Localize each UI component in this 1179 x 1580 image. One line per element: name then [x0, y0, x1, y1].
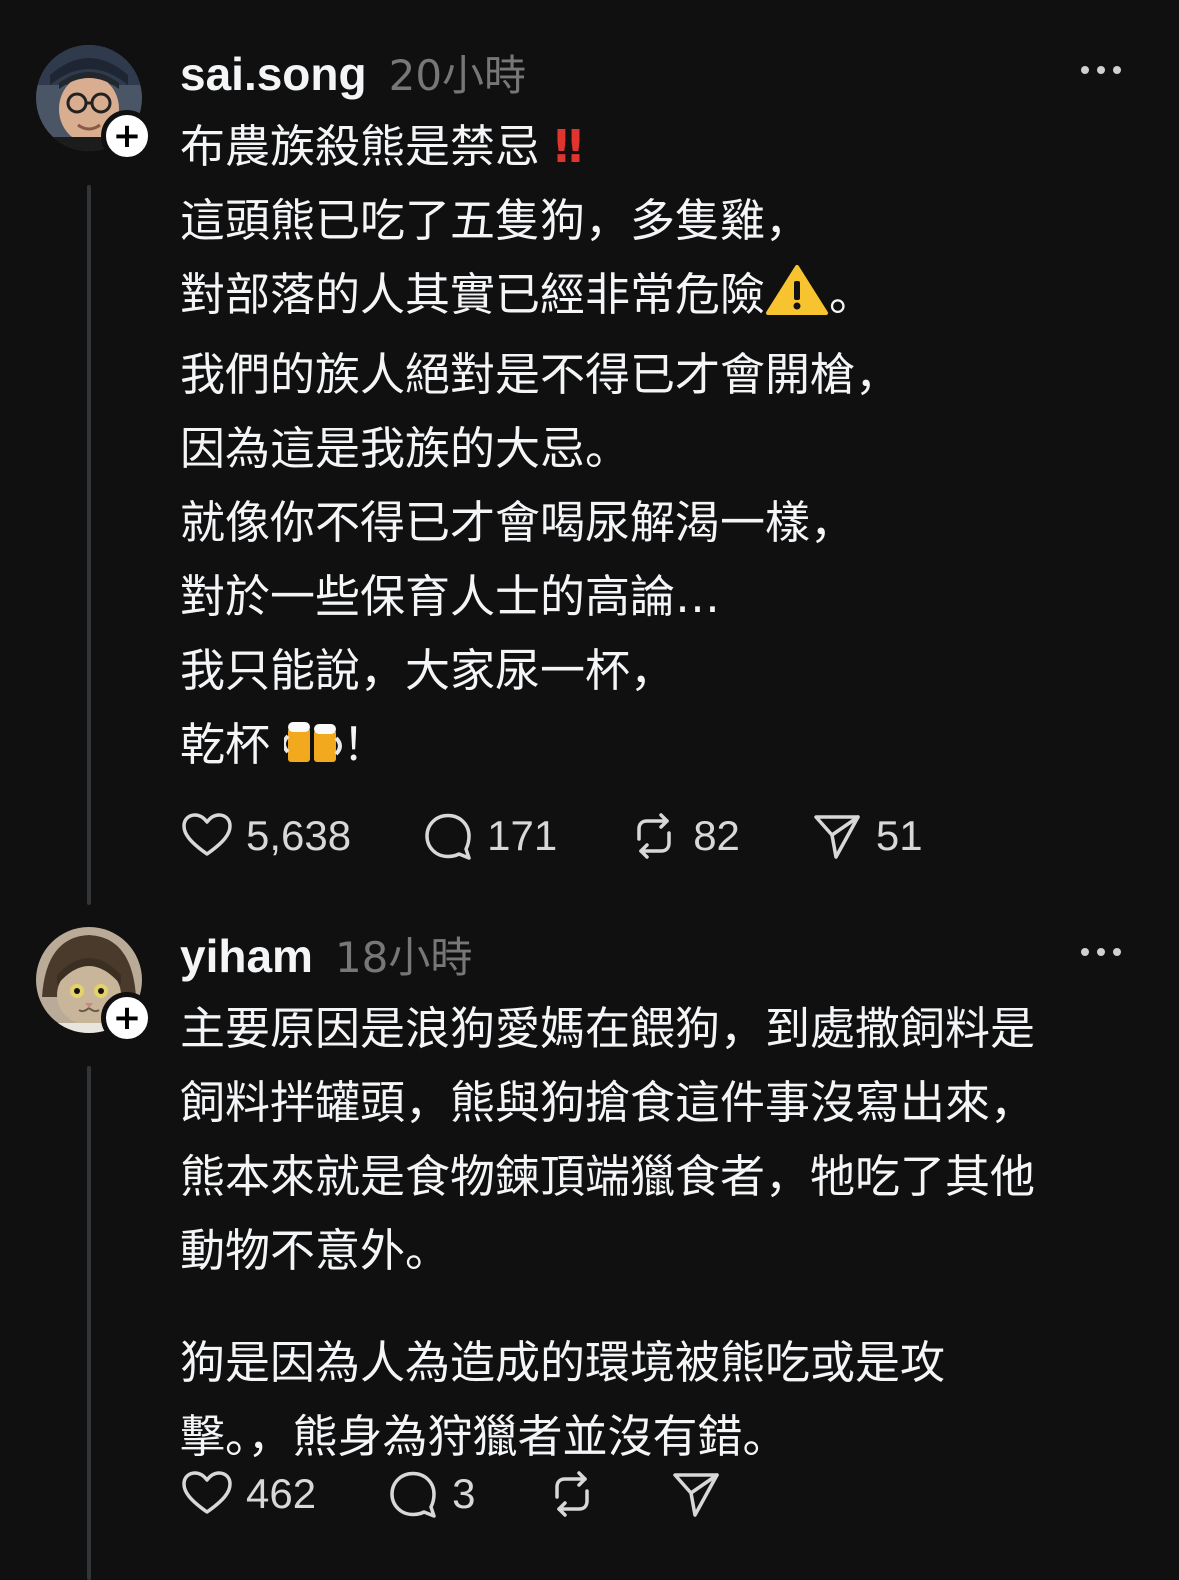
repost-icon: [555, 1471, 590, 1517]
like-button[interactable]: 462: [180, 1467, 316, 1521]
post-line: 就像你不得已才會喝尿解渴一樣，: [180, 496, 856, 549]
heart-icon: [182, 813, 232, 856]
reply-button[interactable]: 171: [421, 809, 557, 863]
more-options-icon[interactable]: [1081, 946, 1121, 958]
like-button[interactable]: 5,638: [180, 809, 351, 863]
post-line: 我只能說，大家尿一杯，: [180, 644, 676, 697]
post-header: yiham 18小時: [180, 924, 472, 984]
post-line: 乾杯 ！: [180, 708, 1140, 788]
post-line: 我們的族人絕對是不得已才會開槍，: [180, 348, 901, 401]
post-header: sai.song 20小時: [180, 42, 526, 102]
post-body: 主要原因是浪狗愛媽在餵狗，到處撒飼料是 飼料拌罐頭，熊與狗搶食這件事沒寫出來， …: [180, 992, 1140, 1474]
post-line: 因為這是我族的大忌。: [180, 422, 631, 475]
post-body: 布農族殺熊是禁忌 ‼ 這頭熊已吃了五隻狗，多隻雞， 對部落的人其實已經非常危險。…: [180, 110, 1140, 788]
post-line: 動物不意外。: [180, 1224, 451, 1277]
beer-mugs-icon: [282, 714, 343, 788]
post-line: 這頭熊已吃了五隻狗，多隻雞，: [180, 194, 811, 247]
share-button[interactable]: [669, 1467, 723, 1521]
post-line: 狗是因為人為造成的環境被熊吃或是攻: [180, 1336, 946, 1389]
username[interactable]: sai.song: [180, 47, 367, 101]
repost-button[interactable]: [545, 1467, 599, 1521]
follow-plus-button[interactable]: +: [101, 992, 153, 1044]
thread-line: [87, 185, 91, 905]
share-count: 51: [875, 812, 923, 859]
more-options-icon[interactable]: [1081, 64, 1121, 76]
send-icon: [814, 815, 860, 859]
reply-count: 3: [452, 1470, 476, 1517]
username[interactable]: yiham: [180, 929, 313, 983]
post-line: 主要原因是浪狗愛媽在餵狗，到處撒飼料是: [180, 1002, 1036, 1055]
like-count: 5,638: [246, 812, 352, 859]
like-count: 462: [246, 1470, 317, 1517]
repost-count: 82: [693, 812, 740, 859]
double-exclamation-icon: ‼: [554, 120, 582, 173]
heart-icon: [182, 1471, 232, 1514]
post-line: 對部落的人其實已經非常危險。: [180, 258, 1140, 338]
post-line: 飼料拌罐頭，熊與狗搶食這件事沒寫出來，: [180, 1076, 1036, 1129]
reply-count: 171: [487, 812, 558, 859]
post-line: 對於一些保育人士的高論…: [180, 570, 721, 623]
thread-line: [87, 1066, 91, 1580]
post-actions: 462 3: [180, 1466, 793, 1522]
warning-icon: [765, 264, 829, 338]
post-line: 布農族殺熊是禁忌 ‼: [180, 120, 583, 173]
repost-button[interactable]: 82: [627, 809, 740, 863]
post-line: 熊本來就是食物鍊頂端獵食者，牠吃了其他: [180, 1150, 1036, 1203]
post-line: 擊。，熊身為狩獵者並沒有錯。: [180, 1410, 788, 1463]
timestamp: 18小時: [334, 933, 473, 982]
follow-plus-button[interactable]: +: [101, 110, 153, 162]
timestamp: 20小時: [388, 51, 527, 100]
repost-icon: [637, 813, 671, 859]
reply-button[interactable]: 3: [386, 1467, 475, 1521]
send-icon: [673, 1473, 720, 1517]
comment-bubble-icon: [425, 813, 471, 860]
share-button[interactable]: 51: [810, 809, 923, 863]
post-actions: 5,638 171 82 51: [180, 808, 993, 864]
comment-bubble-icon: [390, 1471, 436, 1518]
